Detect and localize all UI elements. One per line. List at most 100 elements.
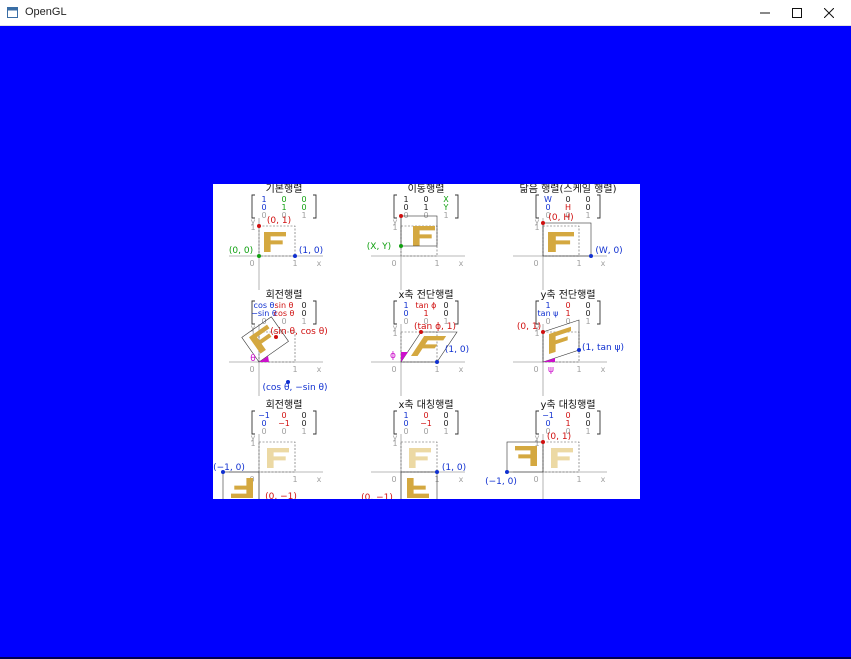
rotated-group [231, 478, 253, 498]
x-axis-label: x [317, 259, 322, 268]
origin-label: 0 [391, 365, 396, 374]
matrix-cell: 0 [403, 317, 408, 326]
panel-title: 회전행렬 [266, 288, 303, 301]
sheared-group [549, 326, 571, 355]
x-unit-label: 1 [292, 475, 297, 484]
origin-label: 0 [391, 259, 396, 268]
unit-square [542, 331, 580, 363]
point-label: (−1, 0) [485, 477, 517, 487]
panel-3: 닮음 행렬(스케일 행렬)W 0 00 H 00 0 1xy0 11(0, H)(W, 0) [513, 184, 623, 290]
letter-f-original [409, 448, 431, 468]
matrix-cell: 1 [443, 211, 448, 220]
matrix-bracket-right [597, 410, 601, 435]
matrix-cell: 0 [423, 427, 428, 436]
panel-title: 회전행렬 [266, 398, 303, 411]
y-unit-label: 1 [392, 223, 397, 232]
letter-f-shape [548, 232, 574, 252]
matrix-cell: 1 [301, 317, 306, 326]
matrix-cell: 0 [281, 317, 286, 326]
x-axis-label: x [459, 365, 464, 374]
matrix-bracket-left [393, 300, 397, 325]
matrix-cell: 1 [301, 427, 306, 436]
origin-label: 0 [249, 365, 254, 374]
x-axis-label: x [317, 475, 322, 484]
panel-title: 이동행렬 [408, 184, 445, 195]
reflected-group [407, 478, 429, 498]
x-unit-label: 1 [576, 365, 581, 374]
matrix-bracket-right [597, 194, 601, 219]
window-app-icon [7, 7, 18, 18]
x-axis-label: x [601, 475, 606, 484]
matrix-bracket-left [535, 194, 539, 219]
letter-f-original [551, 448, 573, 468]
matrix-cell: 0 [261, 427, 266, 436]
x-axis-label: x [601, 259, 606, 268]
y-unit-label: 1 [392, 329, 397, 338]
panel-title: y축 전단행렬 [540, 288, 595, 301]
point-marker [435, 470, 439, 474]
letter-f-original [267, 448, 289, 468]
reflected-group [515, 446, 537, 466]
panel-1: 기본행렬1 0 00 1 00 0 1xy0 11(0, 1)(0, 0) (1, 0) [229, 184, 323, 290]
matrix-bracket-left [251, 410, 255, 435]
point-label: (0, 0) [229, 246, 253, 256]
x-unit-label: 1 [576, 259, 581, 268]
matrix-figure-svg: 기본행렬1 0 00 1 00 0 1xy0 11(0, 1)(0, 0) (1, 0)이동행렬… [213, 184, 624, 499]
angle-marker [259, 356, 269, 362]
angle-label: ϕ [390, 351, 396, 361]
panel-title: x축 전단행렬 [398, 288, 453, 301]
panel-7: 회전행렬−1000−10001xy011(−1, 0)(0, −1) [213, 398, 323, 499]
matrix-cell: 0 [565, 317, 570, 326]
matrix-bracket-right [455, 300, 459, 325]
point-label: (X, Y) [367, 242, 391, 252]
x-axis-label: x [459, 475, 464, 484]
point-marker [257, 224, 261, 228]
panel-9: y축 대칭행렬−1 0 00 1 00 0 1xy0 11(0, 1)(−1, 0) [485, 398, 607, 499]
point-marker [541, 221, 545, 225]
close-button[interactable] [806, 0, 851, 26]
x-axis-label: x [459, 259, 464, 268]
matrix-cell: 1 [443, 427, 448, 436]
point-marker [505, 470, 509, 474]
point-marker [541, 440, 545, 444]
point-label: (tan ϕ, 1) [414, 322, 456, 332]
point-marker [577, 348, 581, 352]
matrix-cell: 1 [585, 211, 590, 220]
x-unit-label: 1 [434, 259, 439, 268]
point-marker [293, 254, 297, 258]
panel-title: y축 대칭행렬 [540, 398, 595, 411]
point-marker [399, 244, 403, 248]
point-label: (1, 0) [442, 463, 466, 473]
matrix-cell: 0 [545, 317, 550, 326]
x-unit-label: 1 [292, 365, 297, 374]
matrix-bracket-right [597, 300, 601, 325]
matrix-bracket-left [251, 194, 255, 219]
matrix-cell: 1 [301, 211, 306, 220]
point-label: (W, 0) [595, 246, 622, 256]
angle-label: ψ [548, 365, 554, 375]
matrix-cell: 1 [585, 317, 590, 326]
panel-8: x축 대칭행렬1 0 00 −1 00 0 1xy0 11(1, 0)(0, −1) [361, 398, 466, 499]
panel-5: x축 전단행렬1 tan ϕ 00 1 00 0 1xy0 11(tan ϕ, 1)(1, 0… [371, 288, 469, 396]
letter-f-shape [549, 326, 571, 355]
x-unit-label: 1 [292, 259, 297, 268]
matrix-cell: 0 [403, 211, 408, 220]
matrix-cell: 0 [403, 427, 408, 436]
point-marker [257, 254, 261, 258]
y-unit-label: 1 [534, 223, 539, 232]
point-label: (0, −1) [361, 493, 393, 499]
origin-label: 0 [249, 259, 254, 268]
panel-title: 닮음 행렬(스케일 행렬) [520, 184, 617, 195]
title-bar[interactable]: OpenGL [0, 0, 851, 26]
point-label: (−1, 0) [213, 463, 245, 473]
x-unit-label: 1 [576, 475, 581, 484]
letter-f-shape [231, 478, 253, 498]
x-unit-label: 1 [434, 365, 439, 374]
point-label: (0, 1) [267, 216, 291, 226]
matrix-bracket-right [455, 410, 459, 435]
matrix-cell: 0 [281, 427, 286, 436]
letter-f-shape [413, 226, 435, 246]
point-marker [399, 214, 403, 218]
panel-6: y축 전단행렬1 0 0tan ψ 1 00 0 1xy0 11(0, 1)(1, tan ψ… [513, 288, 624, 396]
point-label: (1, 0) [299, 246, 323, 256]
